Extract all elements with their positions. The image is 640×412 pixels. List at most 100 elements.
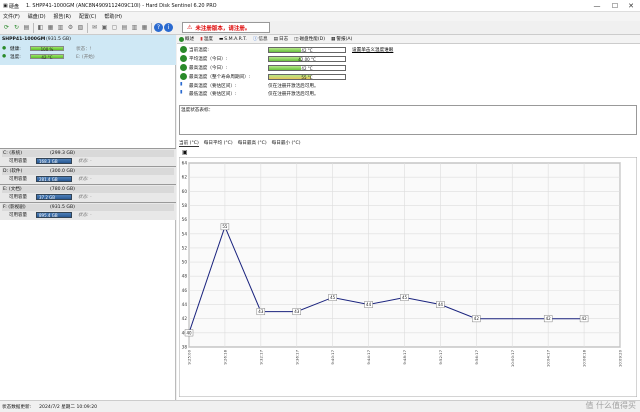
- y-tick-label: 42: [182, 316, 188, 321]
- free-value: 281.4 GB: [39, 177, 58, 182]
- test-icon[interactable]: ◧: [36, 23, 45, 32]
- y-tick-label: 62: [182, 175, 188, 180]
- status-ok-icon: [180, 46, 187, 53]
- tab-label: S.M.A.R.T.: [224, 36, 247, 42]
- temperature-chart: 38 40 42 44 46 48 50 52 54 56 58 60 62 64 9:25:00 9:26:…: [178, 156, 638, 398]
- x-tick-label: 9:32:17: [258, 349, 263, 364]
- info-icon[interactable]: i: [164, 23, 173, 32]
- y-tick-label: 38: [182, 345, 188, 350]
- free-value: 895.4 GB: [39, 213, 58, 218]
- y-tick-label: 44: [182, 302, 188, 307]
- partition-item[interactable]: C: (系统) (299.3 GB) 可用容量 168.3 GB 状态: -: [0, 148, 176, 166]
- save-chart-icon[interactable]: ▣: [182, 149, 188, 156]
- status-bar: 状态数据更新: 2024/7/2 星期二 10:09:20 值 什么值得买: [0, 400, 640, 412]
- partition-status: 状态: -: [78, 195, 92, 200]
- minimize-button[interactable]: —: [588, 0, 606, 12]
- menu-help[interactable]: 帮助(H): [104, 13, 122, 20]
- x-tick-label: 9:48:17: [402, 349, 407, 364]
- help-icon[interactable]: ?: [154, 23, 163, 32]
- temp-row-label: 最高温度（要估区间）:: [189, 84, 237, 89]
- report-icon[interactable]: ▧: [76, 23, 85, 32]
- partition-size: (780.0 GB): [50, 187, 75, 192]
- menu-config[interactable]: 配置(C): [79, 13, 96, 20]
- clipboard-icon[interactable]: ▤: [120, 23, 129, 32]
- close-button[interactable]: ✕: [622, 0, 640, 12]
- temp-row-label: 最高温度（整个寿命周期间）:: [189, 75, 251, 80]
- refresh-icon[interactable]: ⟳: [2, 23, 11, 32]
- status-label: 状态数据更新:: [2, 404, 32, 410]
- data-label: 42: [474, 316, 480, 321]
- temp-value: 42 °C: [41, 54, 53, 60]
- options-icon[interactable]: ▦: [140, 23, 149, 32]
- y-tick-label: 50: [182, 260, 188, 265]
- surface-test-icon[interactable]: ▦: [46, 23, 55, 32]
- settings-icon[interactable]: ⚙: [66, 23, 75, 32]
- x-tick-label: 9:40:17: [330, 349, 335, 364]
- data-label: 43: [258, 309, 264, 314]
- temp-row-value: 55 °C: [301, 74, 313, 80]
- log-icon: ▤: [273, 36, 278, 42]
- health-value: 100 %: [40, 46, 54, 52]
- partition-status: 状态: -: [78, 177, 92, 182]
- tab-label: 磁盘性能(D): [299, 37, 326, 42]
- log-icon[interactable]: ▥: [130, 23, 139, 32]
- chart-tab-current[interactable]: 当前 (°C): [179, 140, 199, 147]
- disk-icon[interactable]: ▤: [22, 23, 31, 32]
- x-tick-label: 10:00:17: [510, 349, 515, 367]
- menu-report[interactable]: 报告(R): [54, 13, 71, 20]
- health-label: 健康:: [10, 47, 21, 52]
- temp-row-bar: 55 °C: [268, 74, 346, 80]
- temp-row-value: 42.00 °C: [298, 56, 316, 62]
- partition-item[interactable]: F: (影视剧) (931.5 GB) 可用容量 895.4 GB 状态: -: [0, 202, 176, 220]
- tab-label: 概述: [185, 37, 195, 42]
- tab-log[interactable]: ▤ 日志: [273, 36, 289, 43]
- temp-label: 温度:: [10, 55, 21, 60]
- free-bar: 895.4 GB: [36, 212, 72, 218]
- partition-item[interactable]: D: (软件) (300.0 GB) 可用容量 281.4 GB 状态: -: [0, 166, 176, 184]
- save-icon[interactable]: ▢: [110, 23, 119, 32]
- chart-tab-daily-max[interactable]: 每日最高 (°C): [238, 140, 267, 146]
- free-bar: 281.4 GB: [36, 176, 72, 182]
- tab-temperature[interactable]: ▮ 温度: [200, 36, 213, 43]
- print-icon[interactable]: ▣: [100, 23, 109, 32]
- temp-row-value: 42 °C: [301, 65, 313, 71]
- send-icon[interactable]: ✉: [90, 23, 99, 32]
- tab-info[interactable]: ⓘ 信息: [253, 36, 268, 42]
- menu-file[interactable]: 文件(F): [3, 13, 20, 20]
- temp-row-bar: 42 °C: [268, 65, 346, 71]
- chart-tab-daily-min[interactable]: 每日最小 (°C): [272, 140, 301, 146]
- toolbar-separator: [33, 22, 34, 33]
- hardware-icon[interactable]: ▥: [56, 23, 65, 32]
- toolbar-separator: [87, 22, 88, 33]
- data-label: 42: [546, 316, 552, 321]
- partition-drive: D: (软件): [3, 169, 23, 174]
- x-tick-label: 10:08:18: [582, 349, 587, 367]
- y-tick-label: 46: [182, 288, 188, 293]
- refresh-all-icon[interactable]: ↻: [12, 23, 21, 32]
- free-bar: 37.2 GB: [36, 194, 72, 200]
- registration-alert[interactable]: ⚠ 未注册版本，请注册。: [182, 22, 270, 33]
- alert-icon: ▦: [331, 36, 336, 42]
- temp-settings-link[interactable]: 设置单击义温度谁眼: [352, 47, 393, 53]
- x-tick-label: 9:56:17: [474, 349, 479, 364]
- temperature-notes[interactable]: 温度状态表标：: [179, 105, 637, 135]
- data-label: 45: [330, 295, 336, 300]
- x-tick-label: 9:36:17: [294, 349, 299, 364]
- tab-smart[interactable]: ▬ S.M.A.R.T.: [219, 37, 247, 42]
- chart-tab-daily-avg[interactable]: 每日平均 (°C): [204, 140, 233, 146]
- tab-performance[interactable]: ◫ 磁盘性能(D): [294, 36, 326, 43]
- partition-item[interactable]: E: (文档) (780.0 GB) 可用容量 37.2 GB 状态: -: [0, 184, 176, 202]
- menu-disk[interactable]: 磁盘(D): [28, 13, 46, 20]
- temp-row-label: 当前温度:: [189, 48, 209, 53]
- disk-entry[interactable]: SHPP41-1000GM (931.5 GB) ● 健康: 100 % 状态：…: [0, 35, 176, 65]
- watermark-text: 值 什么值得买: [585, 401, 636, 410]
- free-value: 168.3 GB: [39, 159, 58, 164]
- temp-row-value: 仅在注册开激活后可用。: [268, 92, 319, 97]
- partition-status: 状态: -: [78, 159, 92, 164]
- tab-overview[interactable]: 概述: [179, 36, 194, 42]
- tab-alerts[interactable]: ▦ 警报(A): [331, 36, 352, 43]
- partition-size: (300.0 GB): [50, 169, 75, 174]
- temp-row-bar: 42.00 °C: [268, 56, 346, 62]
- free-bar: 168.3 GB: [36, 158, 72, 164]
- x-tick-label: 9:52:17: [438, 349, 443, 364]
